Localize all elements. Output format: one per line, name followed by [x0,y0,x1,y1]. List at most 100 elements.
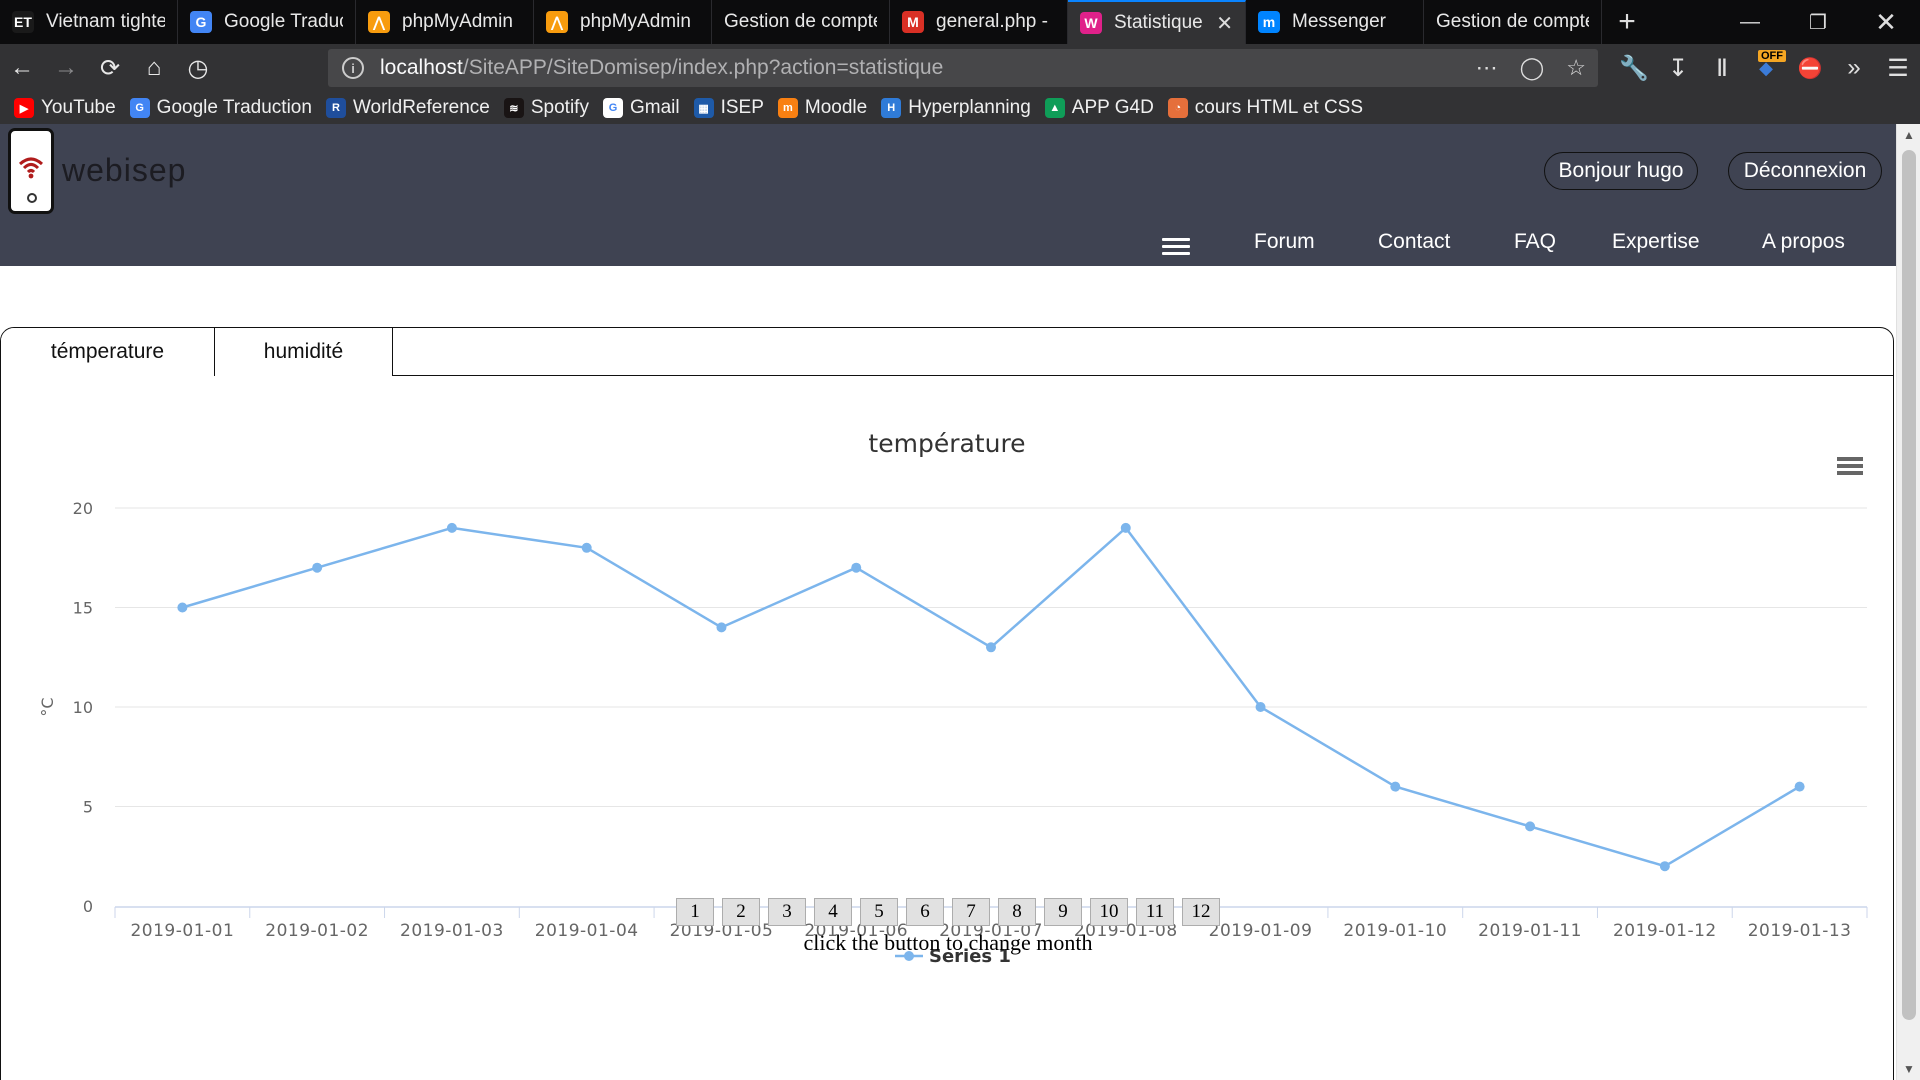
site-header: webisep Bonjour hugo Déconnexion Forum C… [0,124,1896,266]
site-favicon-icon: W [1080,12,1102,34]
month-button[interactable]: 3 [768,898,806,926]
wrench-icon[interactable]: 🔧 [1612,54,1656,83]
url-host: localhost [380,56,463,79]
tab-humidity[interactable]: humidité [215,328,393,376]
scroll-up-icon[interactable]: ▲ [1897,124,1920,146]
browser-tab[interactable]: m Messenger [1246,0,1424,44]
browser-tab[interactable]: G Google Traduc [178,0,356,44]
bookmark-item[interactable]: ▦ ISEP [693,97,764,119]
site-logo-text[interactable]: webisep [62,152,186,189]
tab-temperature[interactable]: témperature [1,328,215,376]
nav-expertise[interactable]: Expertise [1612,230,1700,254]
forward-icon[interactable]: → [44,46,88,90]
nav-a-propos[interactable]: A propos [1762,230,1845,254]
pocket-icon[interactable]: ◯ [1520,55,1545,81]
page-scrollbar[interactable]: ▲ ▼ [1896,124,1920,1080]
month-button[interactable]: 2 [722,898,760,926]
month-button[interactable]: 8 [998,898,1036,926]
browser-tab[interactable]: ⋀ phpMyAdmin [534,0,712,44]
browser-tab[interactable]: W Statistique ✕ [1068,0,1246,44]
bookmark-item[interactable]: ◔ cours HTML et CSS [1167,97,1363,119]
chart-context-menu-icon[interactable] [1837,457,1863,475]
download-icon[interactable]: ↧ [1656,54,1700,83]
bookmark-star-icon[interactable]: ☆ [1566,55,1586,81]
nav-forum[interactable]: Forum [1254,230,1315,254]
phpmyadmin-icon: ⋀ [368,11,390,33]
ublock-icon[interactable]: ⛔ [1788,56,1832,81]
home-icon[interactable]: ⌂ [132,46,176,90]
close-window-icon[interactable]: ✕ [1852,0,1920,44]
bookmark-item[interactable]: ≋ Spotify [503,97,589,119]
y-tick-label: 5 [83,798,93,817]
browser-tab[interactable]: ET Vietnam tighte [0,0,178,44]
browser-tab-label: phpMyAdmin [580,11,691,32]
restore-icon[interactable]: ❐ [1784,0,1852,44]
bookmark-item[interactable]: R WorldReference [325,97,490,119]
bookmark-label: Gmail [629,97,680,118]
phone-button-shape [27,193,37,203]
browser-tab[interactable]: Gestion de compte [1424,0,1602,44]
new-tab-icon[interactable]: + [1602,0,1652,44]
month-button[interactable]: 4 [814,898,852,926]
stats-panel: témperature humidité température 0 5 10 15 20… [0,327,1894,1080]
browser-tab[interactable]: Gestion de compte [712,0,890,44]
browser-tab[interactable]: ⋀ phpMyAdmin [356,0,534,44]
page-actions-icon[interactable]: ⋯ [1476,55,1498,81]
logo-phone-icon[interactable] [8,128,54,214]
nav-contact[interactable]: Contact [1378,230,1450,254]
month-button[interactable]: 1 [676,898,714,926]
data-point [1120,522,1131,533]
data-point [1255,702,1266,712]
hyperplanning-icon: H [881,98,902,118]
gmail-icon: M [902,11,924,33]
browser-tab-label: Statistique [1114,12,1203,33]
bookmark-item[interactable]: m Moodle [777,97,867,119]
month-button[interactable]: 10 [1090,898,1128,926]
bookmark-item[interactable]: H Hyperplanning [881,97,1031,119]
extension-badge: OFF [1758,49,1786,62]
y-tick-label: 20 [73,499,93,518]
month-button[interactable]: 5 [860,898,898,926]
bookmark-item[interactable]: ▲ APP G4D [1044,97,1154,119]
greeting-button[interactable]: Bonjour hugo [1544,152,1698,190]
url-path: /SiteAPP/SiteDomisep/index.php?action=st… [462,56,944,79]
bookmark-label: WorldReference [352,97,490,118]
messenger-icon: m [1258,11,1280,33]
browser-tab-label: Gestion de compte [724,11,877,32]
data-point [986,642,996,653]
spotify-icon: ≋ [503,98,524,118]
month-button[interactable]: 11 [1136,898,1174,926]
y-tick-label: 15 [73,599,93,618]
library-icon[interactable]: Ⅱ [1700,54,1744,83]
y-tick-label: 10 [73,698,93,717]
scrollbar-thumb[interactable] [1902,150,1916,1020]
month-button[interactable]: 9 [1044,898,1082,926]
bookmark-item[interactable]: G Gmail [602,97,680,119]
temperature-chart: température 0 5 10 15 20 °C 2019-01-01 2019-01-0… [1,378,1893,978]
series-line [182,526,1801,868]
data-point [312,562,323,573]
month-button[interactable]: 12 [1182,898,1220,926]
month-button[interactable]: 7 [952,898,990,926]
browser-tab[interactable]: Mgeneral.php - I [890,0,1068,44]
overflow-menu-icon[interactable]: » [1832,54,1876,82]
site-info-icon[interactable]: i [342,57,364,79]
minimize-icon[interactable]: — [1716,0,1784,44]
browser-tab-label: Gestion de compte [1436,11,1589,32]
back-icon[interactable]: ← [0,46,44,90]
close-tab-icon[interactable]: ✕ [1216,11,1233,36]
url-bar[interactable]: i localhost/SiteAPP/SiteDomisep/index.ph… [328,49,1598,87]
hamburger-menu-icon[interactable]: ☰ [1876,54,1920,83]
bookmark-item[interactable]: ▶ YouTube [14,97,116,119]
extension-icon[interactable]: ◆ OFF [1744,49,1788,79]
reload-icon[interactable]: ⟳ [88,46,132,90]
history-icon[interactable]: ◷ [176,46,220,90]
month-button[interactable]: 6 [906,898,944,926]
logout-button[interactable]: Déconnexion [1728,152,1882,190]
et-logo-icon: ET [12,11,34,33]
bookmark-item[interactable]: G Google Traduction [129,97,312,119]
nav-faq[interactable]: FAQ [1514,230,1556,254]
scroll-down-icon[interactable]: ▼ [1897,1058,1920,1080]
google-drive-icon: ▲ [1044,98,1065,118]
site-menu-icon[interactable] [1162,238,1190,256]
